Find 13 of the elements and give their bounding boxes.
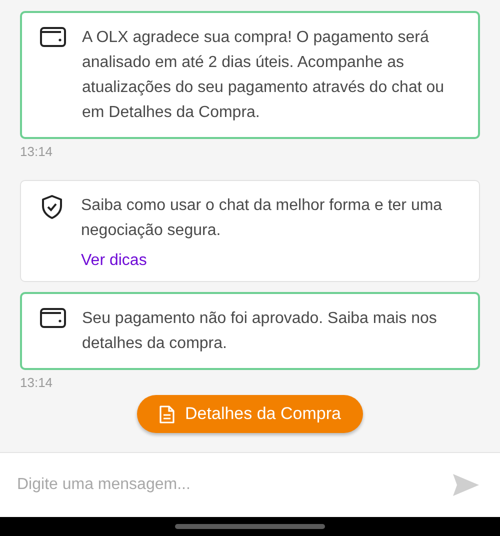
message-input[interactable]: Digite uma mensagem... xyxy=(0,452,500,517)
message-time: 13:14 xyxy=(20,374,54,391)
wallet-icon xyxy=(40,308,66,328)
message-text: A OLX agradece sua compra! O pagamento será analisado em até 2 dias úteis. Acompanhe as atualizações do seu pagamento através do chat ou em Detalhes da Compra. xyxy=(82,28,446,123)
message-text: Saiba como usar o chat da melhor forma e ter uma negociação segura. xyxy=(81,196,444,241)
tips-link[interactable]: Ver dicas xyxy=(81,248,147,273)
send-icon[interactable] xyxy=(452,473,480,497)
shield-check-icon xyxy=(41,195,63,219)
wallet-icon xyxy=(40,27,66,47)
message-text: Seu pagamento não foi aprovado. Saiba mais nos detalhes da compra. xyxy=(82,309,438,354)
message-time: 13:14 xyxy=(20,143,54,160)
document-icon xyxy=(159,404,176,424)
home-indicator[interactable] xyxy=(175,524,325,529)
